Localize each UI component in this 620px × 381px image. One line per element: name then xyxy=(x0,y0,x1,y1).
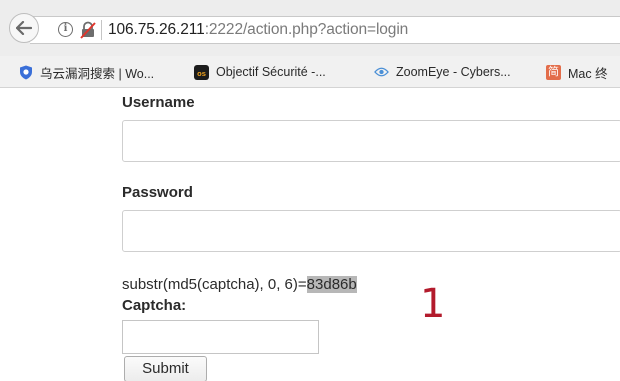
svg-text:os: os xyxy=(197,68,206,77)
captcha-hint-value: 83d86b xyxy=(306,276,357,293)
bookmark-label: 乌云漏洞搜索 | Wo... xyxy=(40,66,155,81)
bookmark-objectif-securite[interactable]: os Objectif Sécurité -... xyxy=(194,63,326,81)
bookmark-label: Objectif Sécurité -... xyxy=(216,65,326,79)
os-logo-icon: os xyxy=(194,64,209,80)
address-toolbar: i 106.75.26.211:2222/action.php?action=l… xyxy=(0,0,620,56)
bookmark-mac[interactable]: 简 Mac 终 xyxy=(546,63,608,81)
bookmarks-bar: 乌云漏洞搜索 | Wo... os Objectif Sécurité -...… xyxy=(0,56,620,88)
jian-icon: 简 xyxy=(546,64,561,80)
captcha-input[interactable] xyxy=(122,320,319,354)
url-path: :2222/action.php?action=login xyxy=(204,21,409,38)
bookmark-zoomeye[interactable]: ZoomEye - Cybers... xyxy=(374,63,511,81)
jian-icon-glyph: 简 xyxy=(548,65,559,78)
info-icon[interactable]: i xyxy=(58,22,73,37)
username-label: Username xyxy=(122,94,195,111)
captcha-label: Captcha: xyxy=(122,297,187,314)
url-divider xyxy=(101,20,102,40)
eye-icon xyxy=(374,65,389,80)
bookmark-wooyun[interactable]: 乌云漏洞搜索 | Wo... xyxy=(18,63,154,81)
back-button[interactable] xyxy=(9,13,39,43)
url-text[interactable]: 106.75.26.211:2222/action.php?action=log… xyxy=(108,21,408,39)
username-input[interactable] xyxy=(122,120,620,162)
captcha-hint: substr(md5(captcha), 0, 6)=83d86b xyxy=(122,276,357,293)
annotation-marker: 1 xyxy=(420,281,446,327)
back-arrow-icon xyxy=(16,21,32,35)
password-input[interactable] xyxy=(122,210,620,252)
insecure-lock-icon[interactable] xyxy=(79,21,97,39)
shield-icon xyxy=(18,65,33,80)
password-label: Password xyxy=(122,184,193,201)
bookmark-label: Mac 终 xyxy=(568,66,608,81)
captcha-hint-text: substr(md5(captcha), 0, 6)= xyxy=(122,276,307,293)
browser-window: i 106.75.26.211:2222/action.php?action=l… xyxy=(0,0,620,381)
page-content: Username Password substr(md5(captcha), 0… xyxy=(0,88,620,381)
submit-button[interactable]: Submit xyxy=(124,356,207,381)
bookmark-label: ZoomEye - Cybers... xyxy=(396,65,511,79)
url-host: 106.75.26.211 xyxy=(108,21,205,38)
